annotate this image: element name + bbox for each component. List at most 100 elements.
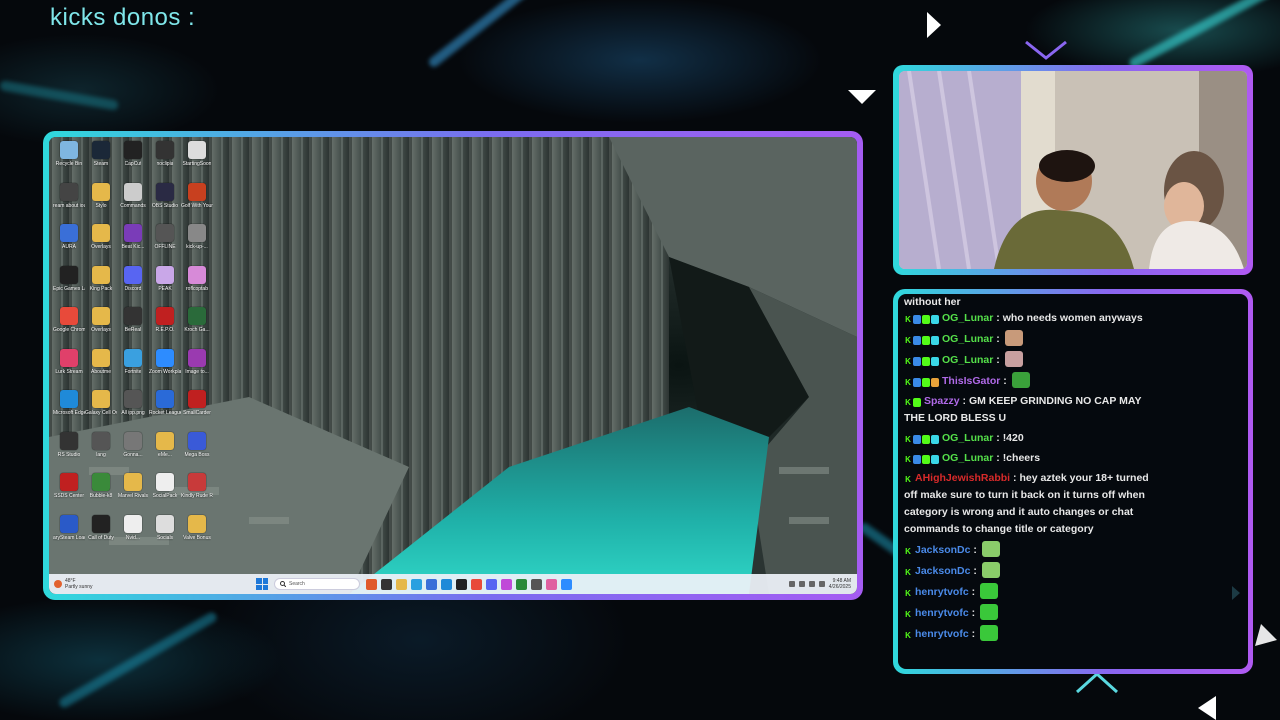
- desktop-icon[interactable]: BeReal: [117, 307, 149, 349]
- chat-username[interactable]: OG_Lunar: [942, 333, 993, 345]
- desktop-icon[interactable]: Call of Duty: [85, 514, 117, 557]
- taskbar-app-icon[interactable]: [456, 578, 467, 590]
- desktop-icon[interactable]: Discord: [117, 265, 149, 308]
- taskbar-app-icon[interactable]: [501, 578, 512, 590]
- chat-emote-icon: [1004, 330, 1023, 346]
- desktop-icon[interactable]: kick-up-...: [181, 224, 213, 266]
- taskbar-clock[interactable]: 9:48 AM 4/26/2025: [829, 578, 851, 590]
- desktop-icon[interactable]: Bubble-k8: [85, 473, 117, 515]
- desktop-icon[interactable]: SSDS Center: [53, 473, 85, 515]
- chat-username[interactable]: JacksonDc: [915, 544, 970, 556]
- desktop-icon[interactable]: SocialPack: [149, 473, 181, 515]
- desktop-icon[interactable]: Golf With Your Friends: [181, 182, 213, 225]
- desktop-icon[interactable]: Marvel Rivals: [117, 473, 149, 515]
- desktop-icon[interactable]: All ipp.png: [117, 390, 149, 432]
- chat-username[interactable]: JacksonDc: [915, 565, 970, 577]
- desktop-icon[interactable]: Overlays: [85, 307, 117, 349]
- desktop-icon[interactable]: Image to...: [181, 348, 213, 391]
- desktop-icon[interactable]: SmallCarder: [181, 390, 213, 432]
- desktop-icon[interactable]: King Pack: [85, 265, 117, 308]
- desktop-icon[interactable]: Nvid...: [117, 514, 149, 557]
- weather-widget[interactable]: 48°F Partly sunny: [54, 578, 244, 590]
- volume-icon[interactable]: [808, 581, 815, 587]
- desktop-icon[interactable]: lang: [85, 431, 117, 474]
- desktop-icon[interactable]: RS Studio: [53, 431, 85, 474]
- chat-username[interactable]: ThisIsGator: [942, 375, 1000, 387]
- desktop-icon[interactable]: roflcoptab: [181, 265, 213, 308]
- desktop-icon[interactable]: Recycle Bin: [53, 141, 85, 183]
- desktop-icon[interactable]: ream about ious pictu...: [53, 182, 85, 225]
- desktop-icon[interactable]: Kroch Ga...: [181, 307, 213, 349]
- desktop-icon[interactable]: Steam: [85, 141, 117, 183]
- chevron-up-icon[interactable]: [788, 581, 795, 587]
- desktop-icon[interactable]: Epic Games Launcher: [53, 265, 85, 308]
- desktop-icon[interactable]: Galaxy Cell Overlays: [85, 390, 117, 432]
- app-icon: [188, 307, 206, 325]
- desktop-icon[interactable]: Kindly Rude Remix: [181, 473, 213, 515]
- chat-username[interactable]: henrytvofc: [915, 586, 969, 598]
- app-icon: [188, 224, 206, 242]
- taskbar-app-icon[interactable]: [516, 578, 527, 590]
- desktop-icon[interactable]: Stylo: [85, 182, 117, 225]
- wifi-icon[interactable]: [798, 581, 805, 587]
- taskbar-app-icon[interactable]: [486, 578, 497, 590]
- app-icon: [124, 473, 142, 491]
- taskbar-search-box[interactable]: Search: [274, 578, 360, 590]
- desktop-icon[interactable]: CapCut: [117, 141, 149, 183]
- desktop-icon[interactable]: noclipia: [149, 141, 181, 183]
- badge-icon: [922, 315, 930, 324]
- desktop-icon-label: RS Studio: [57, 451, 81, 458]
- desktop-icon[interactable]: Google Chrome: [53, 307, 85, 349]
- chat-username[interactable]: OG_Lunar: [942, 312, 993, 324]
- taskbar-app-icon[interactable]: [426, 578, 437, 590]
- desktop-icon[interactable]: Zoom Workplace: [149, 348, 181, 391]
- app-icon: [188, 473, 206, 491]
- chat-username[interactable]: henrytvofc: [915, 607, 969, 619]
- desktop-icon[interactable]: Commands: [117, 182, 149, 225]
- desktop-icon[interactable]: Mega Boss: [181, 431, 213, 474]
- desktop-icon[interactable]: StartingSoon: [181, 141, 213, 183]
- desktop-icon[interactable]: Overlays: [85, 224, 117, 266]
- chat-username[interactable]: OG_Lunar: [942, 452, 993, 464]
- chat-emote-icon: [1011, 372, 1030, 388]
- chat-username[interactable]: Spazzy: [924, 395, 960, 407]
- desktop-icon[interactable]: Aboutme: [85, 348, 117, 391]
- desktop-icon[interactable]: OBS Studio: [149, 182, 181, 225]
- chat-message: K OG_Lunar : !420: [905, 432, 1024, 444]
- battery-icon[interactable]: [818, 581, 825, 587]
- taskbar-app-icon[interactable]: [441, 578, 452, 590]
- desktop-icon-label: kick-up-...: [186, 244, 208, 250]
- taskbar-app-icon[interactable]: [546, 578, 557, 590]
- desktop-icon[interactable]: Socials: [149, 514, 181, 557]
- desktop-icon[interactable]: R.E.P.O.: [149, 307, 181, 349]
- taskbar-app-icon[interactable]: [531, 578, 542, 590]
- windows-start-button[interactable]: [256, 578, 268, 590]
- desktop-icon[interactable]: Beat Kic...: [117, 224, 149, 266]
- taskbar-app-icon[interactable]: [396, 578, 407, 590]
- chat-username[interactable]: AHighJewishRabbi: [915, 472, 1010, 484]
- desktop-icon[interactable]: AURA: [53, 224, 85, 266]
- desktop-icon-label: SocialPack: [152, 493, 178, 499]
- desktop-icon[interactable]: OFFLINE: [149, 224, 181, 266]
- chat-username[interactable]: OG_Lunar: [942, 354, 993, 366]
- desktop-icon[interactable]: eMe...: [149, 431, 181, 474]
- taskbar-app-icon[interactable]: [411, 578, 422, 590]
- desktop-icon[interactable]: Rocket League: [149, 390, 181, 432]
- desktop-icon[interactable]: Microsoft Edge: [53, 390, 85, 432]
- chat-emote-icon: [981, 541, 1000, 557]
- desktop-icon-label: Beat Kic...: [121, 244, 145, 250]
- taskbar-app-icon[interactable]: [381, 578, 392, 590]
- taskbar-app-icon[interactable]: [366, 578, 377, 590]
- badge-icon: [922, 357, 930, 366]
- desktop-icon[interactable]: PEAK: [149, 265, 181, 308]
- desktop-icon[interactable]: Lurk Stream: [53, 348, 85, 391]
- chat-username[interactable]: OG_Lunar: [942, 432, 993, 444]
- taskbar-app-icon[interactable]: [471, 578, 482, 590]
- desktop-icon[interactable]: Gonna...: [117, 431, 149, 474]
- chat-username[interactable]: henrytvofc: [915, 628, 969, 640]
- webcam-feed: [899, 71, 1247, 269]
- desktop-icon[interactable]: Fortnite: [117, 348, 149, 391]
- desktop-icon[interactable]: arySteam Loadcast: [53, 514, 85, 557]
- taskbar-app-icon[interactable]: [561, 578, 572, 590]
- desktop-icon[interactable]: Valve Bonus: [181, 514, 213, 557]
